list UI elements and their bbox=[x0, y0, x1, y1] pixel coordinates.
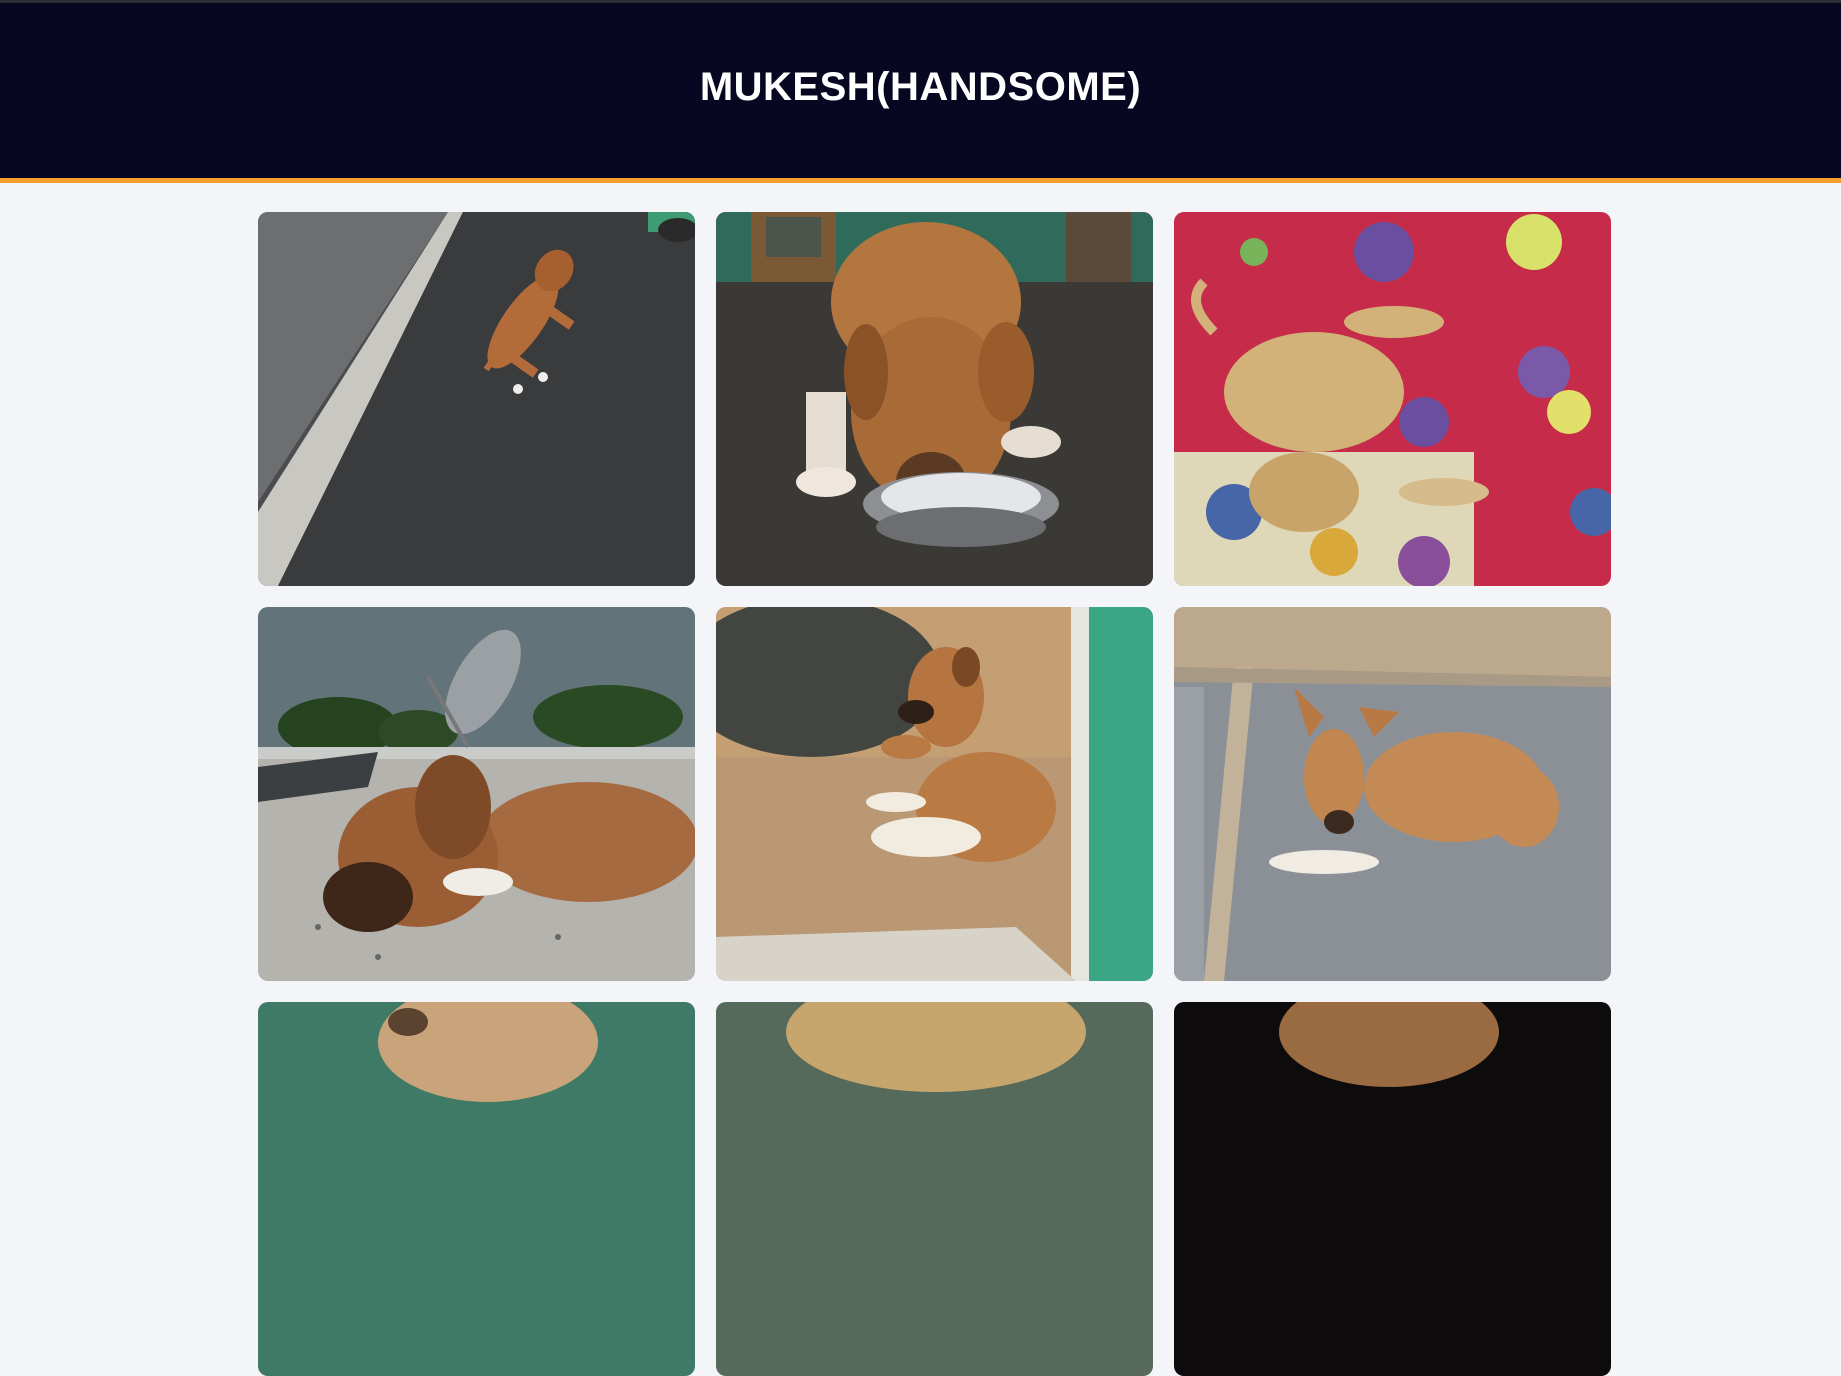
gallery-photo-2[interactable] bbox=[716, 212, 1153, 586]
site-header: MUKESH(HANDSOME) bbox=[0, 3, 1841, 183]
puppy-lying-on-rooftop-image bbox=[258, 607, 695, 981]
puppy-drinking-from-bowl-image bbox=[716, 212, 1153, 586]
dog-closeup-partial-2-image bbox=[716, 1002, 1153, 1376]
puppy-sleeping-on-floral-blanket-image bbox=[1174, 212, 1611, 586]
dog-closeup-partial-3-image bbox=[1174, 1002, 1611, 1376]
gallery-photo-9[interactable] bbox=[1174, 1002, 1611, 1376]
photo-gallery bbox=[258, 212, 1611, 1376]
gallery-photo-1[interactable] bbox=[258, 212, 695, 586]
gallery-photo-3[interactable] bbox=[1174, 212, 1611, 586]
gallery-photo-8[interactable] bbox=[716, 1002, 1153, 1376]
gallery-photo-5[interactable] bbox=[716, 607, 1153, 981]
gallery-photo-4[interactable] bbox=[258, 607, 695, 981]
page-title: MUKESH(HANDSOME) bbox=[699, 65, 1142, 109]
gallery-photo-6[interactable] bbox=[1174, 607, 1611, 981]
puppy-on-stone-floor-image bbox=[258, 212, 695, 586]
dog-resting-by-rock-and-wall-image bbox=[716, 607, 1153, 981]
dog-closeup-partial-1-image bbox=[258, 1002, 695, 1376]
gallery-photo-7[interactable] bbox=[258, 1002, 695, 1376]
dog-lying-on-paved-ground-image bbox=[1174, 607, 1611, 981]
